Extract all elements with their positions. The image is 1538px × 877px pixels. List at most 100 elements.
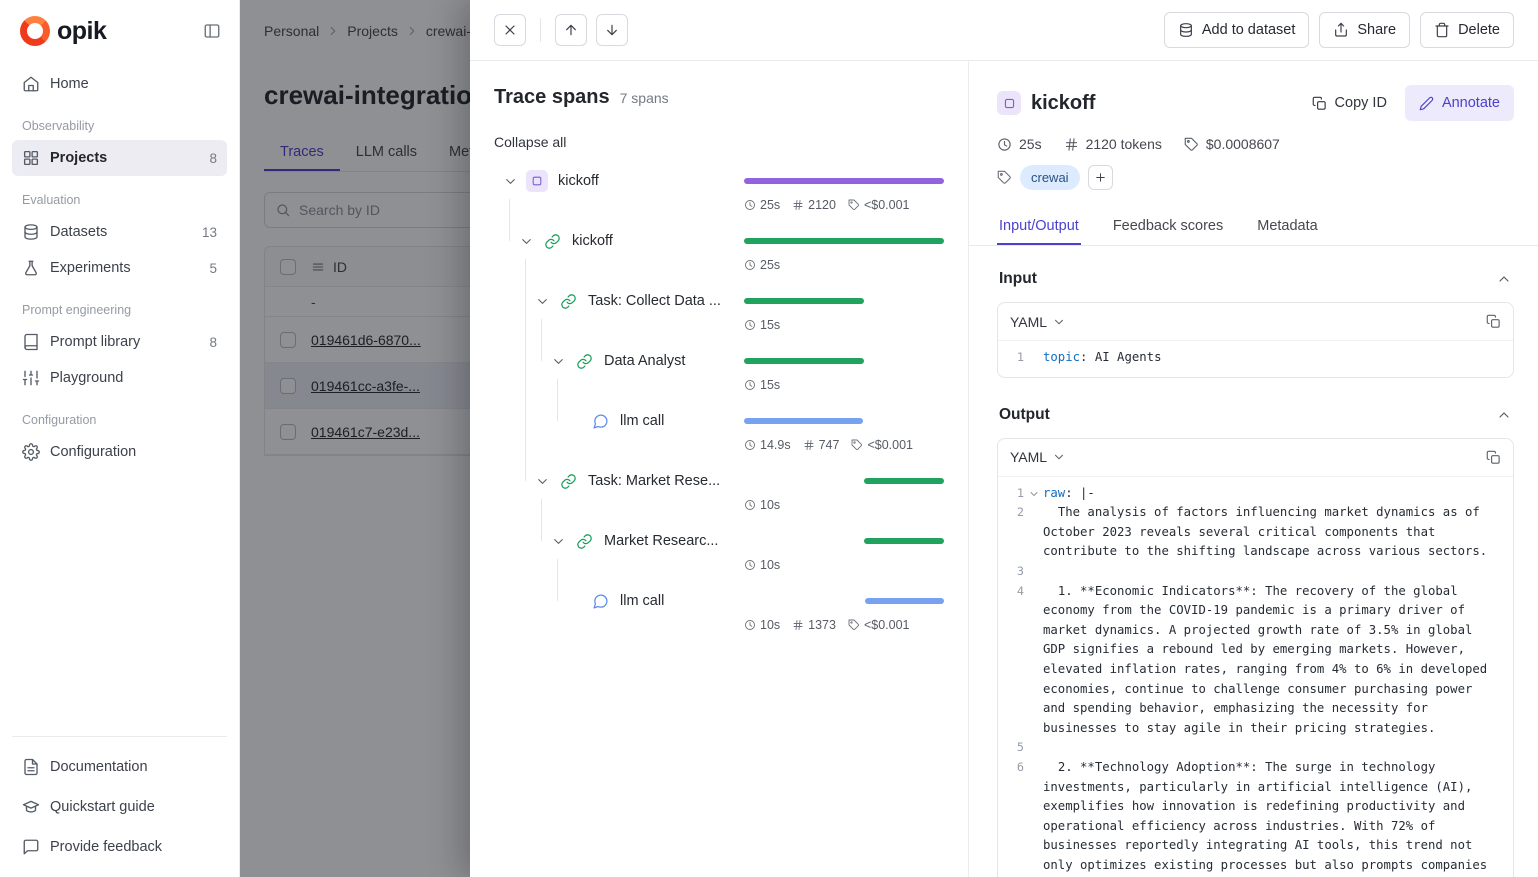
copy-id-button[interactable]: Copy ID	[1300, 89, 1399, 117]
input-collapse-toggle[interactable]	[1496, 271, 1512, 287]
close-panel-button[interactable]	[494, 14, 526, 46]
line-number: 1	[998, 484, 1024, 504]
detail-tabs: Input/Output Feedback scores Metadata	[969, 207, 1538, 246]
trace-detail-column: kickoff Copy ID Annotate 25s2120 tokens$…	[969, 61, 1538, 877]
clock-icon	[997, 137, 1012, 152]
output-section-header[interactable]: Output	[997, 404, 1514, 438]
output-copy-button[interactable]	[1486, 450, 1501, 465]
span-row[interactable]: Task: Collect Data ... 15s	[494, 285, 944, 345]
span-duration-bar	[744, 358, 864, 364]
trace-nav-buttons	[555, 14, 628, 46]
span-stat-clock: 10s	[744, 498, 780, 512]
span-duration-bar	[864, 538, 944, 544]
span-row[interactable]: llm call 14.9s747<$0.001	[494, 405, 944, 465]
input-code-header: YAML	[998, 303, 1513, 341]
plus-icon	[1094, 171, 1107, 184]
trace-spans-title: Trace spans	[494, 86, 610, 109]
sidebar-section-configuration: Configuration	[12, 396, 227, 434]
close-icon	[502, 22, 518, 38]
sidebar-item-playground[interactable]: Playground	[12, 360, 227, 396]
link-icon	[576, 353, 593, 370]
detail-scroll-area[interactable]: Input YAML 1topic: AI Agents	[969, 246, 1538, 877]
app-root: opik HomeObservabilityProjects8Evaluatio…	[0, 0, 1538, 877]
span-stat-clock: 10s	[744, 558, 780, 572]
hash-icon	[792, 199, 804, 211]
span-row[interactable]: kickoff 25s	[494, 225, 944, 285]
code-line: 1raw: |-	[998, 484, 1513, 504]
sidebar-item-provide-feedback[interactable]: Provide feedback	[12, 827, 227, 867]
output-format-select[interactable]: YAML	[1010, 449, 1066, 465]
sidebar-item-projects[interactable]: Projects8	[12, 140, 227, 176]
tag-crewai[interactable]: crewai	[1020, 165, 1080, 190]
sidebar-item-documentation[interactable]: Documentation	[12, 747, 227, 787]
span-name: kickoff	[572, 233, 623, 249]
sidebar-item-configuration[interactable]: Configuration	[12, 434, 227, 470]
clock-icon	[744, 319, 756, 331]
trace-stats: 25s2120 tokens$0.0008607	[997, 136, 1514, 152]
code-chevron-spacer	[1024, 562, 1043, 566]
input-section-header[interactable]: Input	[997, 268, 1514, 302]
sidebar-item-home[interactable]: Home	[12, 66, 227, 102]
book-icon	[22, 333, 40, 351]
sidebar-item-experiments[interactable]: Experiments5	[12, 250, 227, 286]
sidebar-item-quickstart-guide[interactable]: Quickstart guide	[12, 787, 227, 827]
collapse-code-button[interactable]	[1024, 484, 1043, 500]
sidebar-item-label: Projects	[50, 150, 107, 166]
trace-box-icon	[530, 174, 544, 188]
file-icon	[22, 758, 40, 776]
sidebar-collapse-button[interactable]	[203, 22, 221, 40]
previous-trace-button[interactable]	[555, 14, 587, 46]
span-row[interactable]: llm call 10s1373<$0.001	[494, 585, 944, 645]
pencil-icon	[1419, 96, 1434, 111]
collapse-row-button[interactable]	[550, 354, 566, 369]
annotate-button[interactable]: Annotate	[1405, 85, 1514, 121]
collapse-row-button[interactable]	[534, 474, 550, 489]
sidebar-item-count: 13	[202, 225, 217, 240]
trace-stat-hash: 2120 tokens	[1064, 136, 1162, 152]
sidebar-item-datasets[interactable]: Datasets13	[12, 214, 227, 250]
sidebar-item-prompt-library[interactable]: Prompt library8	[12, 324, 227, 360]
span-stat-clock: 10s	[744, 618, 780, 632]
span-row[interactable]: Data Analyst 15s	[494, 345, 944, 405]
link-icon	[560, 473, 577, 490]
collapse-all-button[interactable]: Collapse all	[494, 134, 566, 150]
chevron-down-icon	[551, 354, 566, 369]
input-code: 1topic: AI Agents	[998, 341, 1513, 377]
next-trace-button[interactable]	[596, 14, 628, 46]
add-to-dataset-button[interactable]: Add to dataset	[1164, 12, 1310, 48]
delete-button[interactable]: Delete	[1420, 12, 1514, 48]
toolbar-divider	[540, 18, 541, 42]
share-button[interactable]: Share	[1319, 12, 1410, 48]
chevron-down-icon	[535, 474, 550, 489]
code-line: 2 The analysis of factors influencing ma…	[998, 503, 1513, 562]
output-collapse-toggle[interactable]	[1496, 407, 1512, 423]
span-row[interactable]: kickoff 25s2120<$0.001	[494, 165, 944, 225]
detail-tab-input-output[interactable]: Input/Output	[997, 207, 1081, 245]
trace-tags: crewai	[997, 165, 1514, 190]
opik-logo-icon	[20, 16, 50, 46]
panel-toolbar: Add to dataset Share Delete	[470, 0, 1538, 61]
span-row[interactable]: Market Researc... 10s	[494, 525, 944, 585]
collapse-row-button[interactable]	[550, 534, 566, 549]
cap-icon	[22, 798, 40, 816]
span-row[interactable]: Task: Market Rese... 10s	[494, 465, 944, 525]
tag-icon	[851, 439, 863, 451]
link-icon	[560, 293, 577, 310]
span-link-icon	[574, 351, 594, 371]
detail-tab-feedback-scores[interactable]: Feedback scores	[1111, 207, 1225, 245]
collapse-row-button[interactable]	[502, 174, 518, 189]
add-tag-button[interactable]	[1088, 165, 1113, 190]
opik-logo[interactable]: opik	[20, 16, 106, 46]
span-link-icon	[574, 531, 594, 551]
input-format-select[interactable]: YAML	[1010, 314, 1066, 330]
input-copy-button[interactable]	[1486, 314, 1501, 329]
collapse-row-button[interactable]	[518, 234, 534, 249]
span-duration-bar	[744, 418, 863, 424]
collapse-row-button[interactable]	[534, 294, 550, 309]
copy-id-label: Copy ID	[1335, 95, 1387, 111]
output-section-title: Output	[999, 406, 1050, 424]
sidebar-nav: HomeObservabilityProjects8EvaluationData…	[0, 62, 239, 736]
detail-tab-metadata[interactable]: Metadata	[1255, 207, 1319, 245]
clock-icon	[744, 499, 756, 511]
trace-spans-column: Trace spans 7 spans Collapse all kickoff…	[470, 61, 969, 877]
